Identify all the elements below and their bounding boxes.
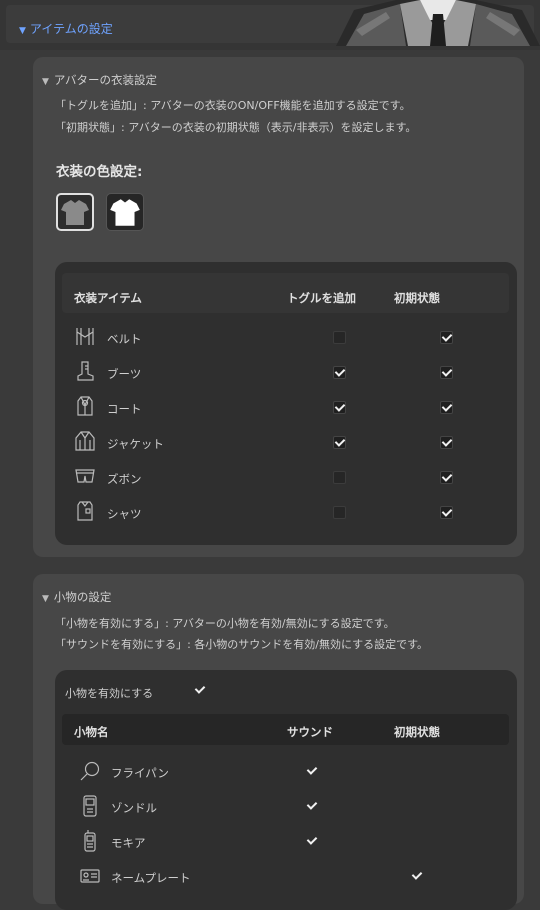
belt-icon xyxy=(76,328,94,345)
shirt-icon xyxy=(77,501,93,521)
prop-row-label: フライパン xyxy=(111,766,169,780)
outfit-desc-initial: 「初期状態」: アバターの衣装の初期状態（表示/非表示）を設定します。 xyxy=(55,121,417,134)
sound-checkbox-frying-pan[interactable] xyxy=(306,765,318,777)
outfit-row-label: コート xyxy=(107,402,142,416)
toggle-checkbox-boots[interactable] xyxy=(333,366,346,379)
jacket-banner-icon xyxy=(336,0,540,46)
outfit-desc-toggle: 「トグルを追加」: アバターの衣装のON/OFF機能を追加する設定です。 xyxy=(55,99,411,112)
white-shirt-swatch[interactable] xyxy=(106,193,144,231)
initial-checkbox-coat[interactable] xyxy=(440,401,453,414)
toggle-checkbox-belt[interactable] xyxy=(333,331,346,344)
sound-checkbox-cellphone[interactable] xyxy=(306,835,318,847)
enable-props-checkbox[interactable] xyxy=(194,684,206,696)
name-plate-icon xyxy=(80,869,100,883)
enable-props-label: 小物を有効にする xyxy=(65,687,154,700)
gray-shirt-icon xyxy=(61,200,89,225)
outfit-row-label: ズボン xyxy=(107,472,142,486)
color-settings-title: 衣装の色設定: xyxy=(56,164,143,180)
outfit-settings-header[interactable]: ▼ アバターの衣装設定 xyxy=(42,72,157,88)
props-table-header xyxy=(62,714,509,745)
initial-checkbox-jacket[interactable] xyxy=(440,436,453,449)
sound-checkbox-phone[interactable] xyxy=(306,800,318,812)
initial-checkbox-pants[interactable] xyxy=(440,471,453,484)
prop-row-label: モキア xyxy=(111,836,146,850)
col-initial-state: 初期状態 xyxy=(394,291,440,305)
toggle-checkbox-jacket[interactable] xyxy=(333,436,346,449)
jacket-icon xyxy=(75,431,95,451)
toggle-checkbox-shirt[interactable] xyxy=(333,506,346,519)
header-title: アイテムの設定 xyxy=(29,22,113,36)
initial-checkbox-boots[interactable] xyxy=(440,366,453,379)
pants-icon xyxy=(75,469,95,483)
expand-triangle-icon: ▼ xyxy=(42,77,49,87)
expand-triangle-icon: ▼ xyxy=(42,594,49,604)
col-initial-state: 初期状態 xyxy=(394,725,440,739)
props-desc-enable: 「小物を有効にする」: アバターの小物を有効/無効にする設定です。 xyxy=(55,617,395,630)
outfit-row-label: ブーツ xyxy=(107,367,142,381)
top-bar: ▼ アイテムの設定 xyxy=(0,0,540,50)
toggle-checkbox-pants[interactable] xyxy=(333,471,346,484)
boots-icon xyxy=(77,361,94,381)
frying-pan-icon xyxy=(80,761,100,781)
prop-row-label: ゾンドル xyxy=(111,801,157,815)
gray-shirt-swatch[interactable] xyxy=(56,193,94,231)
col-sound: サウンド xyxy=(287,725,333,739)
white-shirt-icon xyxy=(110,199,140,226)
props-desc-sound: 「サウンドを有効にする」: 各小物のサウンドを有効/無効にする設定です。 xyxy=(55,638,429,651)
prop-row-label: ネームプレート xyxy=(111,871,191,885)
col-outfit-item: 衣装アイテム xyxy=(74,291,142,305)
outfit-section-title: アバターの衣装設定 xyxy=(53,73,157,87)
initial-checkbox-name-plate[interactable] xyxy=(411,870,423,882)
expand-triangle-icon: ▼ xyxy=(19,26,26,36)
outfit-row-label: ベルト xyxy=(107,332,142,346)
item-settings-header[interactable]: ▼ アイテムの設定 xyxy=(19,20,113,37)
col-add-toggle: トグルを追加 xyxy=(287,291,356,305)
initial-checkbox-belt[interactable] xyxy=(440,331,453,344)
coat-icon xyxy=(77,396,93,416)
props-settings-header[interactable]: ▼ 小物の設定 xyxy=(42,589,111,605)
phone-icon xyxy=(83,795,97,817)
outfit-row-label: シャツ xyxy=(107,507,142,521)
initial-checkbox-shirt[interactable] xyxy=(440,506,453,519)
col-prop-name: 小物名 xyxy=(74,725,109,739)
toggle-checkbox-coat[interactable] xyxy=(333,401,346,414)
props-section-title: 小物の設定 xyxy=(53,590,112,604)
cellphone-icon xyxy=(84,830,96,852)
outfit-row-label: ジャケット xyxy=(107,437,164,451)
